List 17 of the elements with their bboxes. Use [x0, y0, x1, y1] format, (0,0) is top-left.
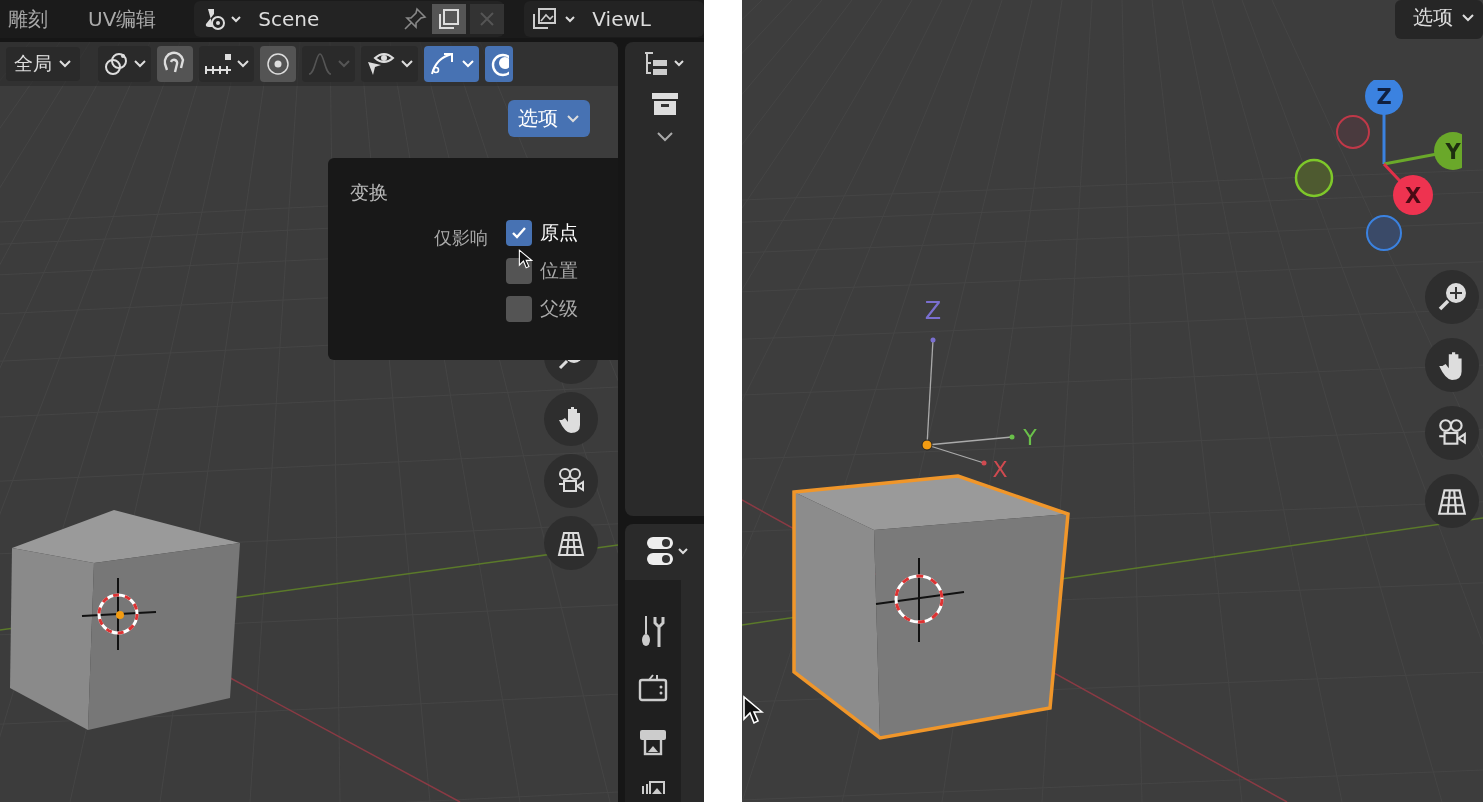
options-dropdown[interactable]: 选项 [1395, 0, 1483, 39]
axis-label: Y [1445, 140, 1461, 164]
axis-label: Z [1376, 85, 1392, 109]
axis-label: Z [924, 297, 942, 325]
workspace-tab[interactable]: UV编辑 [80, 5, 167, 33]
checkbox-label: 位置 [540, 258, 578, 283]
transform-orientation-dropdown[interactable]: 全局 [6, 47, 80, 81]
checkbox-label: 父级 [540, 296, 578, 321]
navigation-gizmo[interactable]: Z Y X [1292, 80, 1462, 260]
axis-label: X [1404, 184, 1422, 208]
panel-title: 变换 [350, 181, 388, 203]
options-dropdown[interactable]: 选项 [508, 100, 590, 137]
field-label: 仅影响 [434, 226, 488, 250]
axis-label: X [992, 457, 1008, 482]
workspace-tab[interactable]: 雕刻 [0, 5, 58, 33]
checkbox-label: 原点 [540, 220, 578, 245]
axis-label: Y [1023, 425, 1037, 450]
